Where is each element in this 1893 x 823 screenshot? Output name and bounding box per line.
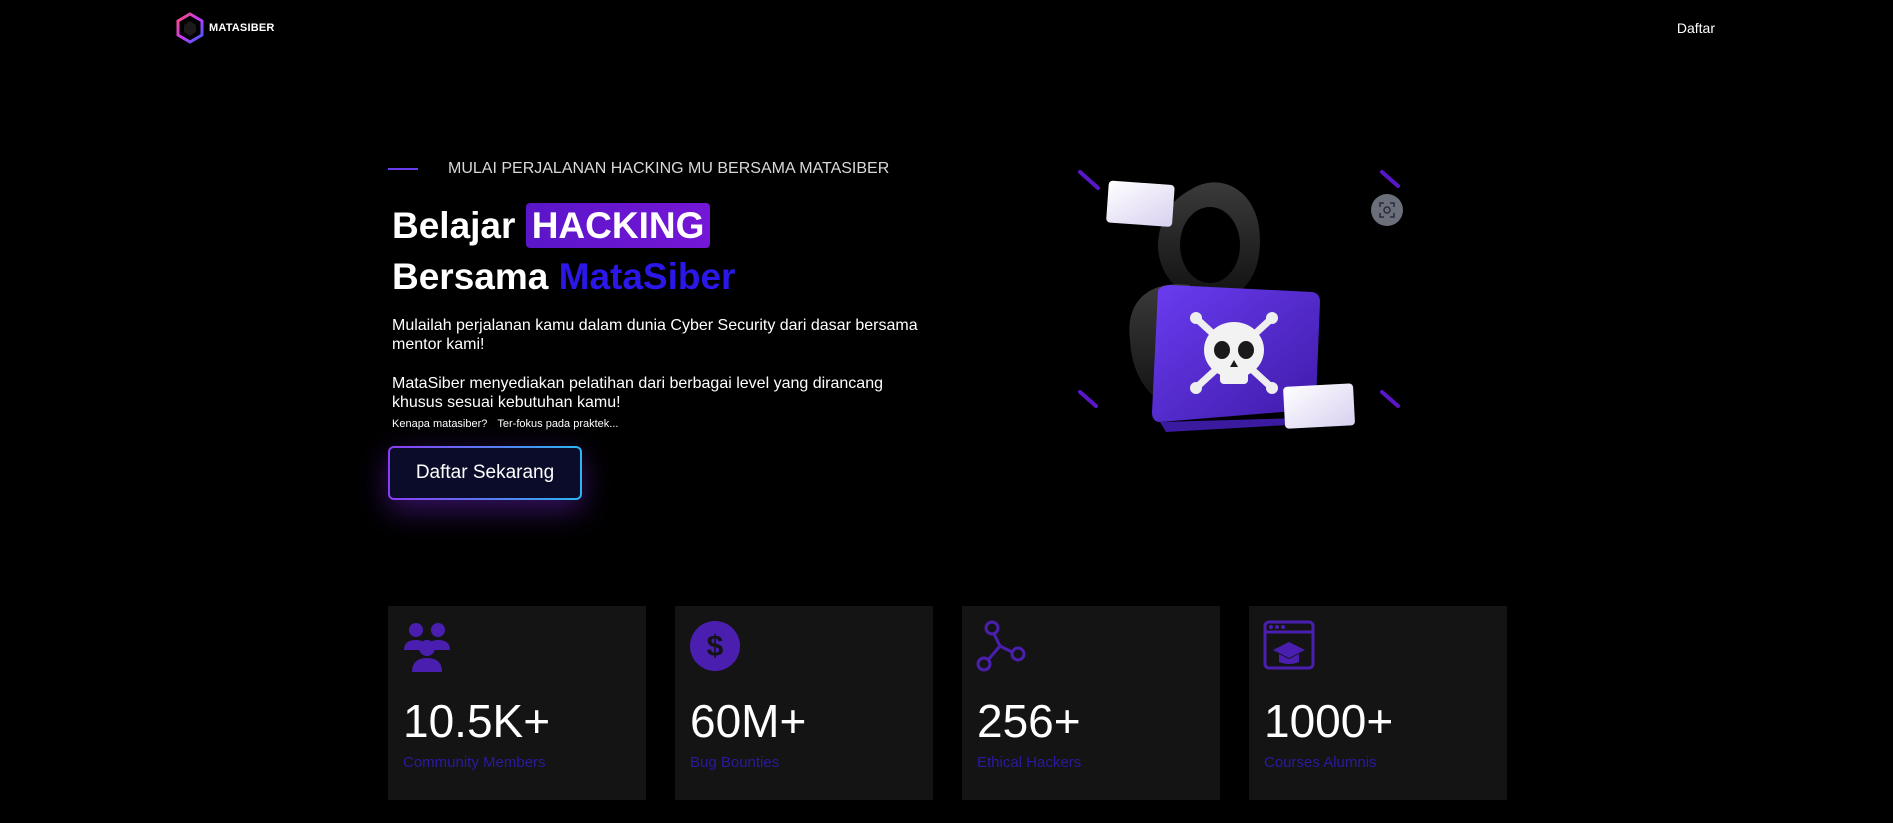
stat-label: Ethical Hackers <box>977 754 1082 771</box>
stat-card: 256+ Ethical Hackers <box>962 606 1220 800</box>
course-icon <box>1263 620 1315 670</box>
brand-name: MATASIBER <box>209 22 275 34</box>
nav-register-link[interactable]: Daftar <box>1677 20 1715 36</box>
stat-value: 10.5K+ <box>403 695 551 747</box>
register-now-button[interactable]: Daftar Sekarang <box>388 446 582 500</box>
why-question: Kenapa matasiber? <box>392 418 488 430</box>
stat-label: Community Members <box>403 754 546 771</box>
network-icon <box>976 620 1026 672</box>
scan-glyph-icon <box>1379 202 1395 218</box>
stat-card: 10.5K+ Community Members <box>388 606 646 800</box>
stat-value: 1000+ <box>1264 695 1394 747</box>
scan-icon[interactable] <box>1371 194 1403 226</box>
stat-value: 60M+ <box>690 695 807 747</box>
why-answer: Ter-fokus pada praktek... <box>497 418 619 430</box>
headline-prefix-2: Bersama <box>392 256 549 297</box>
hero-paragraph-1: Mulailah perjalanan kamu dalam dunia Cyb… <box>392 317 918 353</box>
why-matasiber: Kenapa matasiber? Ter-fokus pada praktek… <box>392 418 948 430</box>
stat-card: $ 60M+ Bug Bounties <box>675 606 933 800</box>
headline-highlight: HACKING <box>525 203 711 248</box>
matasiber-logo-icon <box>176 12 204 44</box>
hacker-laptop-skull-illustration <box>1078 170 1400 432</box>
stats-section: 10.5K+ Community Members $ 60M+ Bug Boun… <box>388 606 1507 800</box>
svg-text:$: $ <box>707 630 724 663</box>
hero-headline: Belajar HACKING Bersama MataSiber <box>392 200 948 302</box>
stat-label: Courses Alumnis <box>1264 754 1377 771</box>
hero-eyebrow: MULAI PERJALANAN HACKING MU BERSAMA MATA… <box>388 160 948 178</box>
brand-logo[interactable]: MATASIBER <box>175 12 275 44</box>
hero-section: MULAI PERJALANAN HACKING MU BERSAMA MATA… <box>388 160 948 500</box>
headline-prefix-1: Belajar <box>392 205 516 246</box>
community-icon <box>404 623 450 672</box>
eyebrow-line <box>388 168 418 170</box>
eyebrow-text: MULAI PERJALANAN HACKING MU BERSAMA MATA… <box>448 160 890 177</box>
stat-card: 1000+ Courses Alumnis <box>1249 606 1507 800</box>
dollar-icon: $ <box>690 621 740 671</box>
hero-paragraph-2: MataSiber menyediakan pelatihan dari ber… <box>392 375 883 411</box>
headline-brand: MataSiber <box>558 256 736 297</box>
stat-value: 256+ <box>977 695 1081 747</box>
hero-description: Mulailah perjalanan kamu dalam dunia Cyb… <box>392 316 932 412</box>
stat-label: Bug Bounties <box>690 754 780 771</box>
